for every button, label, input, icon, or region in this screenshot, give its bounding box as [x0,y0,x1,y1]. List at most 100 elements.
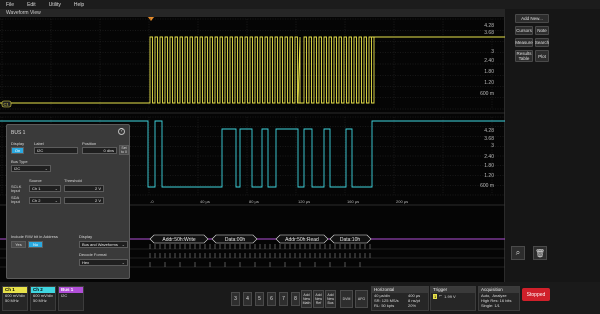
display-mode-select[interactable]: Bus and Waveforms ⌄ [79,241,128,248]
rw-bit-label: Include R/W bit in Address [11,234,58,239]
scl-threshold-field[interactable]: 2 V [64,185,104,192]
trash-icon[interactable]: 🗑 [533,246,547,260]
cursors-button[interactable]: Cursors [515,26,533,35]
ch2-bandwidth: 50 MHz [33,298,47,303]
search-button[interactable]: Search [535,38,549,47]
add-math-button[interactable]: Add New Math [301,290,312,308]
decode-format-select[interactable]: Hex ⌄ [79,259,128,266]
channel-8-button[interactable]: 8 [291,292,300,306]
time-tick-3: 120 µs [298,199,310,204]
record-length: RL: 50 kpts [374,303,395,308]
plot-button[interactable]: Plot [535,50,549,62]
trigger-level: 1.99 V [444,294,456,299]
add-new-button[interactable]: Add New... [515,14,549,23]
ch1-badge[interactable]: Ch 1 600 mV/div 50 MHz [2,286,28,311]
dvm-button[interactable]: DVM [340,290,353,308]
rising-edge-icon: ⌐ [439,293,443,299]
decode-format-value: Hex [82,260,90,265]
time-tick-1: 40 µs [200,199,210,204]
display-on-toggle[interactable]: On [11,147,24,154]
chevron-down-icon: ⌄ [54,186,58,191]
sda-threshold-field[interactable]: 2 V [64,197,104,204]
ch2-scale-label-0: 4.28 [484,128,494,134]
ch2-scale-label-2: 3 [491,143,494,149]
source-label: Source [29,178,42,183]
position-value: 0 divs [103,148,114,153]
results-table-button[interactable]: Results Table [515,50,533,62]
sda-source-value: Ch 2 [32,198,41,203]
ch1-scale-label-1: 3.68 [484,30,494,36]
note-button[interactable]: Note [535,26,549,35]
display-label: Display [11,141,25,146]
scl-source-select[interactable]: Ch 1 ⌄ [29,185,61,192]
menu-edit[interactable]: Edit [27,2,36,8]
help-icon[interactable]: ? [118,128,125,135]
ch1-scale-label-5: 1.20 [484,80,494,86]
ch1-trace [0,36,505,104]
menu-help[interactable]: Help [74,2,84,8]
run-stop-button[interactable]: Stopped [522,288,550,301]
trigger-source: 1 [433,294,438,299]
bus-type-select[interactable]: I2C ⌄ [11,165,51,172]
ch1-scale-label-3: 2.40 [484,58,494,64]
display-mode-value: Bus and Waveforms [82,242,118,247]
menu-bar: File Edit Utility Help [0,0,600,9]
menu-file[interactable]: File [6,2,14,8]
acquisition-badge[interactable]: Acquisition Auto, Analyze High Res: 16 b… [478,286,520,311]
position-label: Position [82,141,97,146]
sda-source-select[interactable]: Ch 2 ⌄ [29,197,61,204]
ch1-scale-label-6: 600 m [480,91,494,97]
settings-bar: Ch 1 600 mV/div 50 MHz Ch 2 600 mV/div 5… [0,282,600,314]
ch1-waveform [0,36,505,104]
ch1-scale-label-4: 1.80 [484,69,494,75]
time-tick-5: 200 µs [396,199,408,204]
display-mode-label: Display [79,234,93,239]
channel-4-button[interactable]: 4 [243,292,252,306]
channel-7-button[interactable]: 7 [279,292,288,306]
channel-6-button[interactable]: 6 [267,292,276,306]
horizontal-badge[interactable]: Horizontal 40 µs/div SR: 125 MS/s RL: 50… [371,286,429,311]
time-tick-2: 80 µs [249,199,259,204]
right-panel: Add New... Cursors Note Measure Search R… [505,9,600,282]
ch2-scale-label-1: 3.68 [484,136,494,142]
ch1-bandwidth: 50 MHz [5,298,19,303]
add-ref-button[interactable]: Add New Ref [313,290,324,308]
afg-button[interactable]: AFG [355,290,368,308]
ch1-scale-label-2: 3 [491,49,494,55]
menu-utility[interactable]: Utility [49,2,61,8]
add-bus-button[interactable]: Add New Bus [325,290,336,308]
trigger-title: Trigger [431,287,475,293]
ch2-scale-label-3: 2.40 [484,154,494,160]
time-tick-4: 160 µs [347,199,359,204]
label-field-value: I2C [37,148,44,153]
oscilloscope-app: File Edit Utility Help Waveform View 4.2… [0,0,600,314]
decode-label-1: Addr:50h:Write [162,237,195,243]
sda-input-label: SDA Input [11,195,20,204]
trigger-badge[interactable]: Trigger 1 ⌐ 1.99 V [430,286,476,311]
threshold-label: Threshold [64,178,82,183]
ch2-badge[interactable]: Ch 2 600 mV/div 50 MHz [30,286,56,311]
channel-5-button[interactable]: 5 [255,292,264,306]
channel-3-button[interactable]: 3 [231,292,240,306]
scl-input-label: SCLK Input [11,184,22,193]
set-to-zero-button[interactable]: Set to 0 [119,145,129,155]
label-field[interactable]: I2C [34,147,78,154]
time-tick-0: -0 [150,199,154,204]
decode-label-4: Data:10h [340,237,361,243]
bus1-type: I2C [61,293,68,298]
scl-source-value: Ch 1 [32,186,41,191]
sda-threshold-value: 2 V [94,198,101,203]
svg-text:C1: C1 [4,102,10,107]
rw-yes-button[interactable]: Yes [11,241,26,248]
bus-type-label: Bus Type [11,159,28,164]
bus-config-dialog: BUS 1 ? Display On Label I2C Position 0 … [6,124,130,279]
rw-no-button[interactable]: No [28,241,43,248]
measure-button[interactable]: Measure [515,38,533,47]
dialog-title: BUS 1 [11,130,26,136]
bus1-badge[interactable]: Bus 1 I2C [58,286,84,311]
zoom-icon[interactable]: ⌕ [511,246,525,260]
chevron-down-icon: ⌄ [121,260,125,265]
position-field[interactable]: 0 divs [82,147,117,154]
label-label: Label [34,141,44,146]
ch2-scale-label-6: 600 m [480,183,494,189]
